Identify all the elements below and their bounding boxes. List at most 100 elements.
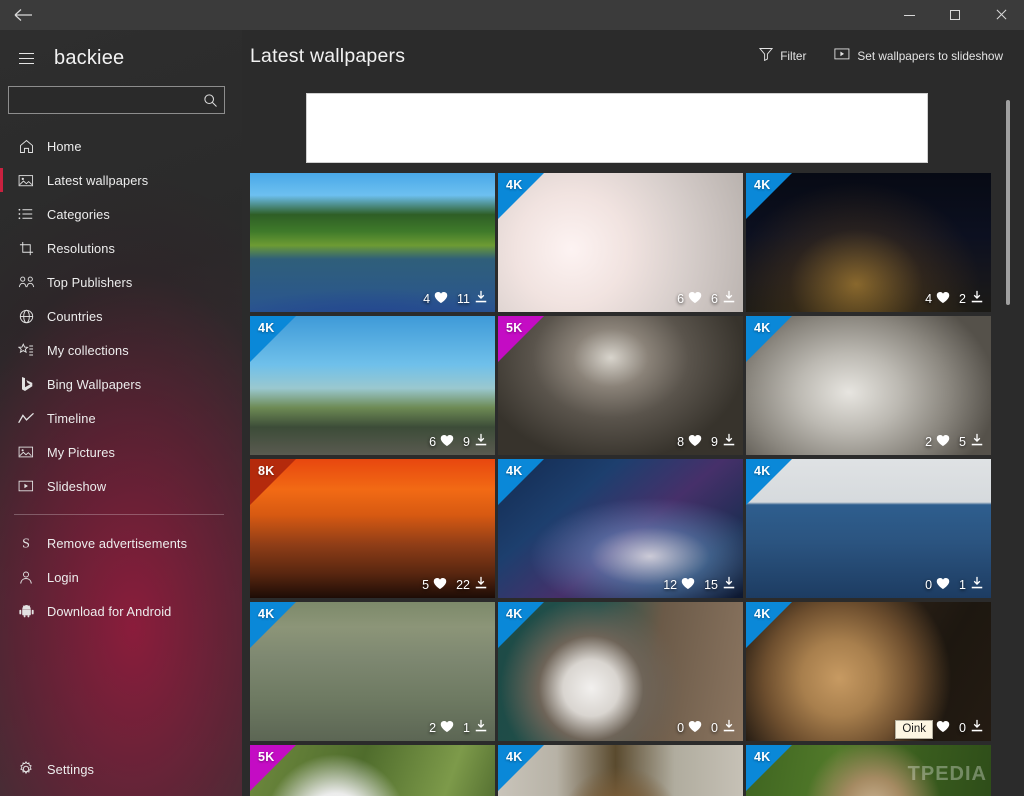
- heart-icon: [440, 720, 454, 736]
- resolution-badge-label: 4K: [506, 464, 523, 478]
- wallpaper-tile[interactable]: 4K 12 15: [498, 459, 743, 598]
- download-count[interactable]: 9: [711, 433, 736, 450]
- sidebar-item-countries[interactable]: Countries: [0, 299, 242, 333]
- like-count[interactable]: 6: [677, 291, 702, 307]
- download-count[interactable]: 1: [463, 719, 488, 736]
- resolution-badge-label: 4K: [754, 321, 771, 335]
- wallpaper-tile[interactable]: 4K 6 9: [250, 316, 495, 455]
- wallpaper-tile[interactable]: 5K: [250, 745, 495, 796]
- vertical-scrollbar[interactable]: [1006, 82, 1010, 796]
- like-count[interactable]: 2: [925, 434, 950, 450]
- back-button[interactable]: [0, 0, 46, 30]
- wallpaper-tile[interactable]: 4K 0 0: [498, 602, 743, 741]
- like-count-value: 2: [429, 720, 437, 735]
- like-count[interactable]: 0: [677, 720, 702, 736]
- sidebar-item-resolutions[interactable]: Resolutions: [0, 231, 242, 265]
- filter-button[interactable]: Filter: [757, 42, 808, 70]
- wallpaper-tile[interactable]: 4K 2 5: [746, 316, 991, 455]
- download-count[interactable]: 0: [959, 719, 984, 736]
- download-count[interactable]: 15: [704, 576, 736, 593]
- tile-stats: 21: [420, 719, 488, 736]
- wallpaper-tile[interactable]: 4K 0 1: [746, 459, 991, 598]
- sidebar-item-bing-wallpapers[interactable]: Bing Wallpapers: [0, 367, 242, 401]
- sidebar-item-my-collections[interactable]: My collections: [0, 333, 242, 367]
- sidebar-item-slideshow[interactable]: Slideshow: [0, 469, 242, 503]
- sidebar-item-download-for-android[interactable]: Download for Android: [0, 594, 242, 628]
- sidebar-item-top-publishers[interactable]: Top Publishers: [0, 265, 242, 299]
- heart-icon: [936, 577, 950, 593]
- app-window: backiee Home Latest wallpapers Categorie…: [0, 0, 1024, 796]
- set-wallpapers-to-slideshow-button[interactable]: Set wallpapers to slideshow: [832, 42, 1005, 70]
- tile-stats: 5 22: [413, 576, 488, 593]
- sidebar-item-label: Countries: [47, 308, 103, 324]
- wallpaper-tile[interactable]: 4K 6 6: [498, 173, 743, 312]
- sidebar-item-timeline[interactable]: Timeline: [0, 401, 242, 435]
- wallpaper-tile[interactable]: 4K00Oink: [746, 602, 991, 741]
- maximize-button[interactable]: [932, 0, 978, 30]
- like-count-value: 0: [677, 720, 685, 735]
- like-count[interactable]: 12: [663, 577, 695, 593]
- sidebar-item-latest-wallpapers[interactable]: Latest wallpapers: [0, 163, 242, 197]
- advertisement-banner[interactable]: [306, 93, 928, 163]
- wallpaper-tile[interactable]: 4 11: [250, 173, 495, 312]
- like-count[interactable]: 8: [677, 434, 702, 450]
- sidebar-item-remove-advertisements[interactable]: S Remove advertisements: [0, 526, 242, 560]
- sidebar-footer: Settings: [0, 752, 242, 796]
- wallpaper-tile[interactable]: 4K 4 2: [746, 173, 991, 312]
- like-count[interactable]: 4: [925, 291, 950, 307]
- filter-icon: [759, 47, 774, 66]
- scrollbar-thumb[interactable]: [1006, 100, 1010, 305]
- wallpaper-tile[interactable]: TPEDIA 4K: [746, 745, 991, 796]
- like-count[interactable]: 6: [429, 434, 454, 450]
- download-count[interactable]: 11: [457, 290, 488, 307]
- download-count[interactable]: 1: [959, 576, 984, 593]
- like-count-value: 8: [677, 434, 685, 449]
- minimize-button[interactable]: [886, 0, 932, 30]
- heart-icon: [681, 577, 695, 593]
- slideshow-label: Set wallpapers to slideshow: [857, 49, 1003, 63]
- sidebar-item-my-pictures[interactable]: My Pictures: [0, 435, 242, 469]
- maximize-icon: [950, 10, 960, 20]
- tile-stats: 69: [420, 433, 488, 450]
- wallpaper-tile[interactable]: 4K: [498, 745, 743, 796]
- hamburger-menu-icon[interactable]: [8, 41, 44, 75]
- like-count[interactable]: 0: [925, 577, 950, 593]
- download-count[interactable]: 22: [456, 576, 488, 593]
- search-box[interactable]: [8, 86, 225, 114]
- heart-icon: [688, 291, 702, 307]
- download-icon: [474, 576, 488, 593]
- resolution-badge-label: 4K: [506, 178, 523, 192]
- sidebar-item-settings[interactable]: Settings: [0, 752, 242, 786]
- download-count[interactable]: 2: [959, 290, 984, 307]
- download-count-value: 11: [457, 291, 470, 306]
- download-count[interactable]: 6: [711, 290, 736, 307]
- sidebar-item-login[interactable]: Login: [0, 560, 242, 594]
- slideshow-icon: [12, 479, 40, 493]
- search-input[interactable]: [9, 87, 196, 113]
- picture-icon: [12, 445, 40, 459]
- search-icon[interactable]: [196, 87, 224, 113]
- like-count[interactable]: 2: [429, 720, 454, 736]
- tile-stats: 01: [916, 576, 984, 593]
- resolution-badge-label: 5K: [506, 321, 523, 335]
- sidebar-item-label: Top Publishers: [47, 274, 133, 290]
- minimize-icon: [903, 14, 915, 16]
- like-count[interactable]: 4: [423, 291, 448, 307]
- sidebar-item-categories[interactable]: Categories: [0, 197, 242, 231]
- download-count[interactable]: 9: [463, 433, 488, 450]
- download-count[interactable]: 0: [711, 719, 736, 736]
- wallpaper-scroll-area[interactable]: 4 11 4K 6 6 4K 4 2 4K 6 9 5K 8 9 4K 2 5 8K 5 22 4K 12 15 4K 0 1 4K…: [242, 82, 1024, 796]
- resolution-badge-label: 8K: [258, 464, 275, 478]
- like-count[interactable]: 5: [422, 577, 447, 593]
- wallpaper-tile[interactable]: 8K 5 22: [250, 459, 495, 598]
- wallpaper-tile[interactable]: 5K 8 9: [498, 316, 743, 455]
- resolution-badge-label: 4K: [258, 607, 275, 621]
- close-button[interactable]: [978, 0, 1024, 30]
- download-count[interactable]: 5: [959, 433, 984, 450]
- heart-icon: [434, 291, 448, 307]
- sidebar-item-home[interactable]: Home: [0, 129, 242, 163]
- resolution-badge-label: 4K: [258, 321, 275, 335]
- download-icon: [722, 719, 736, 736]
- wallpaper-tile[interactable]: 4K 2 1: [250, 602, 495, 741]
